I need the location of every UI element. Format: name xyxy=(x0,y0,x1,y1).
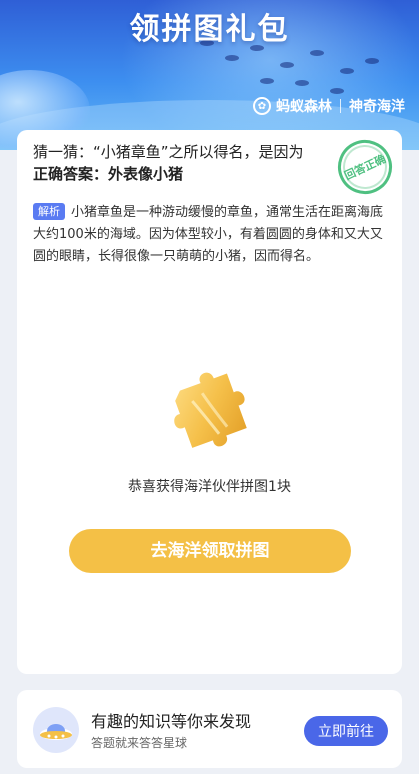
fish-icon xyxy=(295,80,309,86)
correct-answer: 正确答案：外表像小猪 xyxy=(33,165,184,183)
header-banner: 领拼图礼包 ✿ 蚂蚁森林 神奇海洋 xyxy=(0,0,419,150)
promo-subtitle: 答题就来答答星球 xyxy=(91,736,188,750)
ufo-planet-icon xyxy=(33,707,79,753)
page-title: 领拼图礼包 xyxy=(129,12,290,47)
brand-magic-ocean: 神奇海洋 xyxy=(349,99,405,115)
analysis-text: 小猪章鱼是一种游动缓慢的章鱼，通常生活在距离海底大约100米的海域。因为体型较小… xyxy=(33,205,384,264)
go-now-button[interactable]: 立即前往 xyxy=(304,716,388,746)
reward-message: 恭喜获得海洋伙伴拼图1块 xyxy=(128,479,291,495)
brand-ant-forest: 蚂蚁森林 xyxy=(276,99,332,115)
promo-card: 有趣的知识等你来发现 答题就来答答星球 立即前往 xyxy=(17,690,402,768)
claim-puzzle-button[interactable]: 去海洋领取拼图 xyxy=(69,529,351,573)
fish-icon xyxy=(340,68,354,74)
quiz-result-card: 猜一猜：“小猪章鱼”之所以得名，是因为 正确答案：外表像小猪 回答正确 解析 小猪… xyxy=(17,130,402,674)
puzzle-piece-icon xyxy=(159,362,259,462)
fish-icon xyxy=(225,55,239,61)
fish-icon xyxy=(365,58,379,64)
quiz-question: 猜一猜：“小猪章鱼”之所以得名，是因为 xyxy=(33,143,304,161)
ant-forest-logo-icon: ✿ xyxy=(253,97,271,115)
brand-divider xyxy=(340,99,341,113)
fish-icon xyxy=(310,50,324,56)
analysis-tag: 解析 xyxy=(33,203,65,220)
analysis-paragraph: 解析 小猪章鱼是一种游动缓慢的章鱼，通常生活在距离海底大约100米的海域。因为体型… xyxy=(33,202,385,268)
brand-logos: ✿ 蚂蚁森林 神奇海洋 xyxy=(253,96,405,116)
promo-title: 有趣的知识等你来发现 xyxy=(91,712,252,731)
fish-icon xyxy=(330,88,344,94)
fish-icon xyxy=(260,78,274,84)
fish-icon xyxy=(280,62,294,68)
